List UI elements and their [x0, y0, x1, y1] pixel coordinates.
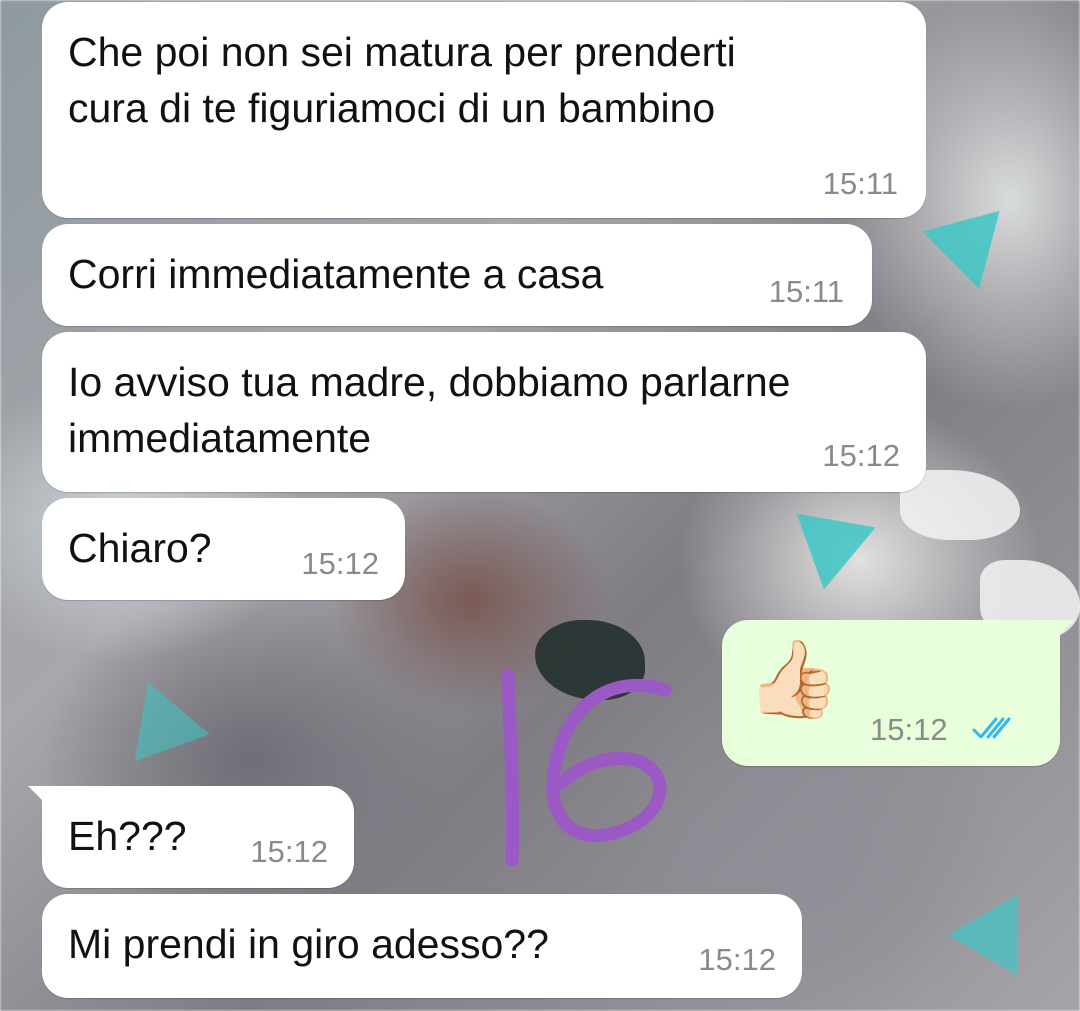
thumbs-up-emoji: 👍🏻 — [746, 637, 841, 722]
wallpaper-shape — [784, 513, 876, 597]
message-text: Mi prendi in giro adesso?? — [68, 921, 549, 967]
message-timestamp: 15:11 — [768, 274, 844, 309]
message-text: Eh??? — [68, 813, 187, 859]
incoming-message[interactable]: Mi prendi in giro adesso?? 15:12 — [42, 894, 802, 998]
bubble-tail — [28, 786, 50, 808]
message-text: Io avviso tua madre, dobbiamo parlarne i… — [68, 359, 791, 461]
message-text: Chiaro? — [68, 525, 212, 571]
bubble-tail — [1052, 620, 1074, 642]
message-text: Che poi non sei matura per prenderti cur… — [68, 29, 736, 131]
message-timestamp: 15:11 — [822, 166, 898, 201]
incoming-message[interactable]: Eh??? 15:12 — [28, 786, 354, 888]
message-text: Corri immediatamente a casa — [68, 251, 604, 297]
incoming-message[interactable]: Corri immediatamente a casa 15:11 — [42, 224, 872, 326]
message-timestamp: 15:12 — [301, 546, 379, 581]
incoming-message[interactable]: Che poi non sei matura per prenderti cur… — [42, 2, 926, 218]
handwritten-annotation: 16 — [501, 668, 672, 867]
message-timestamp: 15:12 — [870, 712, 948, 747]
message-timestamp: 15:12 — [698, 942, 776, 977]
message-timestamp: 15:12 — [250, 834, 328, 869]
message-timestamp: 15:12 — [822, 438, 900, 473]
double-check-icon — [972, 717, 1011, 739]
outgoing-message[interactable]: 👍🏻 15:12 — [722, 620, 1074, 766]
incoming-message[interactable]: Io avviso tua madre, dobbiamo parlarne i… — [42, 332, 926, 492]
incoming-message[interactable]: Chiaro? 15:12 — [42, 498, 405, 600]
